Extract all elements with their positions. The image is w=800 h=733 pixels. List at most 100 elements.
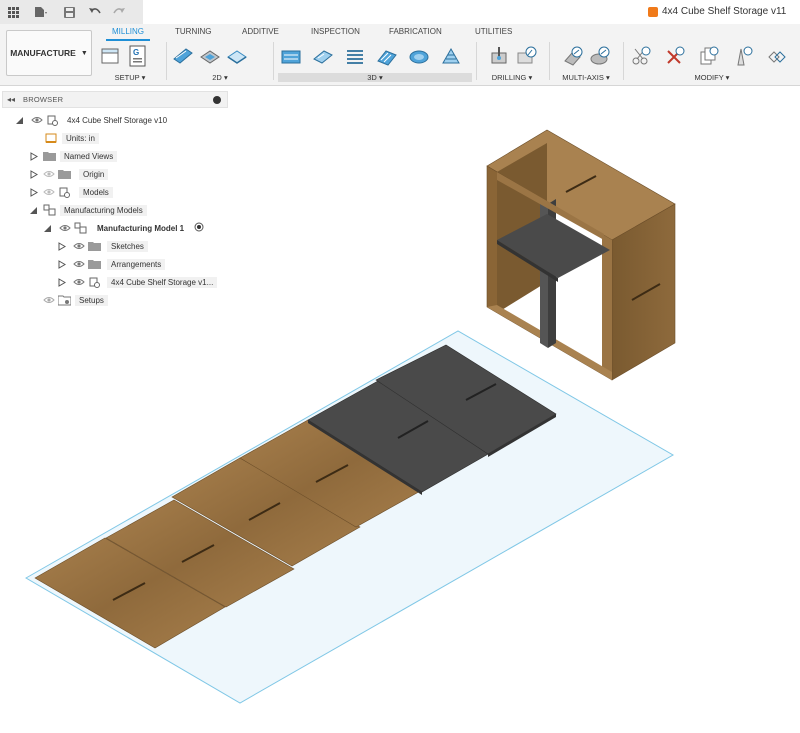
tree-item-component-copy[interactable]: 4x4 Cube Shelf Storage v1... [56,274,218,290]
setup-sheet-icon[interactable]: G [127,45,149,67]
grid-menu-icon[interactable] [4,3,22,21]
ribbon-separator [476,42,477,80]
visibility-eye-icon[interactable] [72,277,85,287]
setup-group-label[interactable]: SETUP ▾ [100,73,160,82]
ribbon-separator [273,42,274,80]
swarf-icon[interactable] [562,45,584,67]
multi-axis-group-label[interactable]: MULTI-AXIS ▾ [554,73,618,82]
cut-icon[interactable] [630,45,652,67]
component-icon [57,186,71,198]
visibility-eye-hidden-icon[interactable] [42,169,55,179]
folder-icon [87,240,101,252]
group-drilling: DRILLING ▾ [480,42,544,82]
tab-milling[interactable]: MILLING [112,27,144,36]
tree-item-origin[interactable]: Origin [28,166,109,182]
tab-inspection[interactable]: INSPECTION [311,27,360,36]
tab-additive[interactable]: ADDITIVE [242,27,279,36]
3d-scallop-icon[interactable] [408,45,430,67]
edit-tool-icon[interactable] [732,45,754,67]
tree-item-label: Manufacturing Models [60,204,147,216]
3d-group-label[interactable]: 3D ▾ [278,73,472,82]
3d-viewport[interactable] [0,86,800,731]
ribbon-toolbar: MANUFACTURE ▼ MILLING TURNING ADDITIVE I… [0,24,800,86]
drill-icon[interactable] [488,45,510,67]
tree-item-named-views[interactable]: Named Views [28,148,118,164]
3d-horizontal-icon[interactable] [344,45,366,67]
undo-icon[interactable] [86,3,104,21]
save-icon[interactable] [60,3,78,21]
file-icon[interactable] [32,3,50,21]
expand-toggle-icon[interactable] [14,115,24,125]
visibility-eye-hidden-icon[interactable] [42,295,55,305]
tree-item-arrangements[interactable]: Arrangements [56,256,166,272]
tree-item-label: Units: in [62,132,99,144]
browser-title: BROWSER [23,95,64,104]
collapse-browser-icon[interactable]: ◂◂ [7,95,15,104]
manufacturing-model-icon [73,222,87,234]
tree-item-document[interactable]: 4x4 Cube Shelf Storage v10 [14,112,171,128]
2d-contour-icon[interactable] [226,45,248,67]
active-tab-indicator [106,39,150,41]
3d-parallel-icon[interactable] [376,45,398,67]
expand-toggle-icon[interactable] [28,151,38,161]
visibility-eye-icon[interactable] [58,223,71,233]
3d-adaptive-icon[interactable] [280,45,302,67]
expand-toggle-icon[interactable] [28,205,38,215]
tree-item-sketches[interactable]: Sketches [56,238,148,254]
component-icon [87,276,101,288]
tab-turning[interactable]: TURNING [175,27,211,36]
tree-item-units[interactable]: Units: in [42,130,99,146]
ribbon-separator [549,42,550,80]
workspace-switcher-button[interactable]: MANUFACTURE ▼ [6,30,92,76]
pattern-icon[interactable] [766,45,788,67]
expand-toggle-icon[interactable] [56,241,66,251]
delete-icon[interactable] [664,45,686,67]
group-3d: 3D ▾ [278,42,472,82]
visibility-eye-icon[interactable] [72,241,85,251]
tree-item-setups[interactable]: Setups [42,292,108,308]
tree-item-models[interactable]: Models [28,184,113,200]
expand-toggle-icon[interactable] [56,259,66,269]
group-setup: G SETUP ▾ [100,42,160,82]
group-multi-axis: MULTI-AXIS ▾ [554,42,618,82]
2d-adaptive-icon[interactable] [172,45,194,67]
workspace-label: MANUFACTURE [10,48,76,58]
3d-pocket-icon[interactable] [312,45,334,67]
expand-toggle-icon[interactable] [42,223,52,233]
drilling-group-label[interactable]: DRILLING ▾ [480,73,544,82]
hole-recognition-icon[interactable] [515,45,537,67]
redo-icon[interactable] [110,3,128,21]
folder-icon [57,168,71,180]
duplicate-icon[interactable] [698,45,720,67]
tree-item-label: Models [79,186,113,198]
folder-icon [87,258,101,270]
assembled-shelf-model[interactable] [486,129,676,381]
svg-text:G: G [133,48,139,57]
modify-group-label[interactable]: MODIFY ▾ [628,73,796,82]
2d-group-label[interactable]: 2D ▾ [172,73,268,82]
expand-toggle-icon[interactable] [28,169,38,179]
folder-icon [42,150,56,162]
visibility-eye-icon[interactable] [30,115,43,125]
group-modify: MODIFY ▾ [628,42,796,82]
document-title: 4x4 Cube Shelf Storage v11 [648,6,786,17]
tree-item-manufacturing-model-1[interactable]: Manufacturing Model 1 [42,220,204,236]
browser-minimize-icon[interactable] [213,96,221,104]
2d-pocket-icon[interactable] [199,45,221,67]
visibility-eye-hidden-icon[interactable] [42,187,55,197]
3d-contour-icon[interactable] [440,45,462,67]
visibility-eye-icon[interactable] [72,259,85,269]
tree-item-label: Arrangements [107,258,166,270]
new-setup-icon[interactable] [100,45,122,67]
browser-header: ◂◂ BROWSER [2,91,228,108]
model-canvas [25,129,676,704]
units-icon [44,132,58,144]
expand-toggle-icon[interactable] [28,187,38,197]
tab-fabrication[interactable]: FABRICATION [389,27,442,36]
multi-axis-contour-icon[interactable] [589,45,611,67]
document-title-text: 4x4 Cube Shelf Storage v11 [662,6,787,17]
tab-utilities[interactable]: UTILITIES [475,27,512,36]
expand-toggle-icon[interactable] [56,277,66,287]
tree-item-manufacturing-models[interactable]: Manufacturing Models [28,202,147,218]
active-radio-icon[interactable] [194,222,204,234]
